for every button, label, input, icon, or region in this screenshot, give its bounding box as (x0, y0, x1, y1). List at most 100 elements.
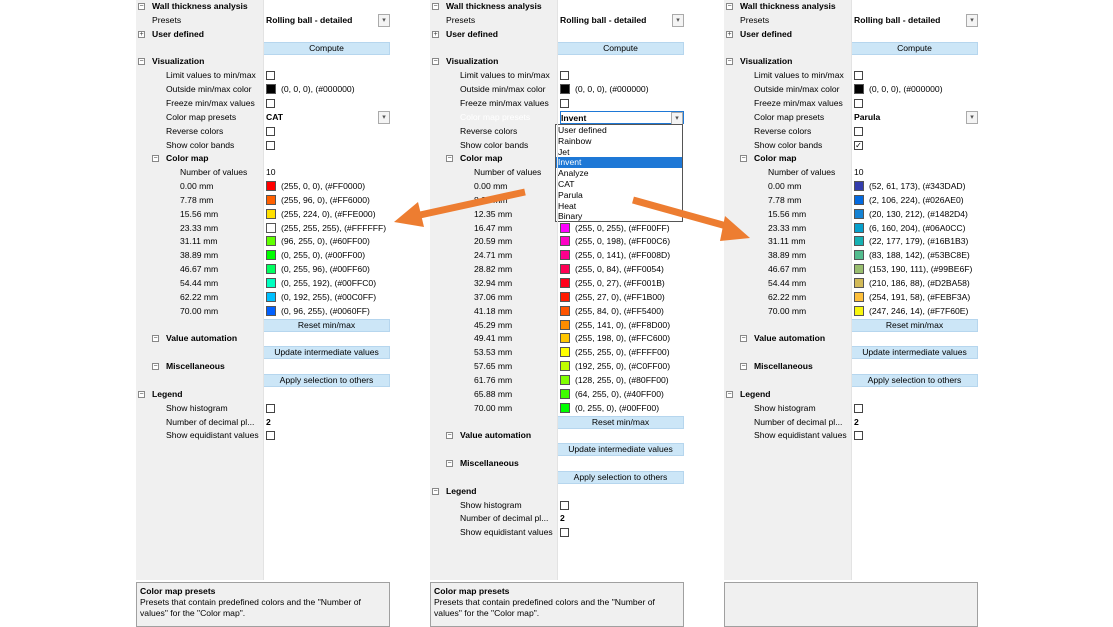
show-histogram-checkbox[interactable] (560, 500, 569, 510)
color-swatch[interactable] (266, 181, 276, 192)
show-color-bands-checkbox[interactable] (266, 140, 275, 150)
collapse-icon[interactable]: − (726, 3, 733, 10)
reset-minmax-button[interactable]: Reset min/max (557, 415, 684, 429)
collapse-icon[interactable]: − (432, 487, 439, 495)
color-map-presets-combo[interactable]: Invent ▾ (560, 110, 684, 125)
color-swatch[interactable] (854, 291, 864, 302)
color-swatch[interactable] (560, 374, 570, 385)
collapse-icon[interactable]: − (446, 460, 453, 468)
color-swatch[interactable] (560, 333, 570, 344)
decimal-places-value[interactable]: 2 (560, 512, 565, 525)
dropdown-option[interactable]: CAT (556, 179, 682, 190)
color-swatch[interactable] (266, 236, 276, 247)
color-swatch[interactable] (560, 319, 570, 330)
outside-color-swatch[interactable] (854, 84, 864, 95)
dropdown-option[interactable]: User defined (556, 125, 682, 136)
apply-selection-button[interactable]: Apply selection to others (557, 470, 684, 484)
color-swatch[interactable] (560, 361, 570, 372)
color-swatch[interactable] (560, 388, 570, 399)
dropdown-option[interactable]: Invent (556, 157, 682, 169)
color-swatch[interactable] (266, 250, 276, 261)
chevron-down-icon[interactable]: ▾ (966, 110, 978, 124)
color-swatch[interactable] (560, 222, 570, 233)
color-swatch[interactable] (560, 305, 570, 316)
dropdown-option[interactable]: Rainbow (556, 136, 682, 147)
decimal-places-value[interactable]: 2 (854, 416, 859, 429)
presets-combo[interactable]: Rolling ball - detailed ▾ (560, 13, 684, 27)
color-swatch[interactable] (854, 181, 864, 192)
color-swatch[interactable] (560, 264, 570, 275)
collapse-icon[interactable]: − (138, 58, 145, 66)
reverse-colors-checkbox[interactable] (266, 126, 275, 136)
number-of-values-value[interactable]: 10 (266, 166, 276, 179)
compute-button[interactable]: Compute (557, 41, 684, 55)
outside-color-swatch[interactable] (560, 84, 570, 95)
color-swatch[interactable] (560, 278, 570, 288)
color-swatch[interactable] (266, 222, 276, 233)
color-swatch[interactable] (854, 278, 864, 288)
update-intermediate-button[interactable]: Update intermediate values (263, 346, 390, 360)
show-equidistant-checkbox[interactable] (266, 431, 275, 441)
color-swatch[interactable] (854, 222, 864, 233)
collapse-icon[interactable]: − (740, 155, 747, 163)
show-color-bands-checkbox[interactable]: ✓ (854, 140, 863, 150)
color-swatch[interactable] (854, 250, 864, 261)
reverse-colors-checkbox[interactable] (854, 126, 863, 136)
chevron-down-icon[interactable]: ▾ (378, 110, 390, 124)
limit-values-checkbox[interactable] (560, 71, 569, 81)
chevron-down-icon[interactable]: ▾ (672, 13, 684, 27)
freeze-values-checkbox[interactable] (560, 98, 569, 108)
outside-color-swatch[interactable] (266, 84, 276, 95)
chevron-down-icon[interactable]: ▾ (671, 111, 683, 125)
color-map-presets-combo[interactable]: Parula ▾ (854, 110, 978, 124)
limit-values-checkbox[interactable] (266, 71, 275, 81)
apply-selection-button[interactable]: Apply selection to others (263, 373, 390, 387)
apply-selection-button[interactable]: Apply selection to others (851, 373, 978, 387)
color-swatch[interactable] (266, 208, 276, 219)
expand-icon[interactable]: + (726, 30, 733, 38)
collapse-icon[interactable]: − (152, 335, 159, 343)
show-histogram-checkbox[interactable] (854, 403, 863, 413)
show-equidistant-checkbox[interactable] (854, 431, 863, 441)
color-swatch[interactable] (854, 305, 864, 316)
color-swatch[interactable] (266, 264, 276, 275)
dropdown-option[interactable]: Analyze (556, 168, 682, 179)
color-map-presets-combo[interactable]: CAT ▾ (266, 110, 390, 124)
color-swatch[interactable] (854, 194, 864, 205)
show-histogram-checkbox[interactable] (266, 403, 275, 413)
presets-combo[interactable]: Rolling ball - detailed ▾ (266, 13, 390, 27)
compute-button[interactable]: Compute (851, 41, 978, 55)
collapse-icon[interactable]: − (152, 363, 159, 371)
update-intermediate-button[interactable]: Update intermediate values (851, 346, 978, 360)
color-swatch[interactable] (560, 402, 570, 413)
collapse-icon[interactable]: − (138, 3, 145, 10)
expand-icon[interactable]: + (138, 30, 145, 38)
collapse-icon[interactable]: − (726, 390, 733, 398)
expand-icon[interactable]: + (432, 30, 439, 38)
collapse-icon[interactable]: − (740, 363, 747, 371)
presets-combo[interactable]: Rolling ball - detailed ▾ (854, 13, 978, 27)
collapse-icon[interactable]: − (138, 390, 145, 398)
freeze-values-checkbox[interactable] (266, 98, 275, 108)
collapse-icon[interactable]: − (726, 58, 733, 66)
color-swatch[interactable] (266, 194, 276, 205)
update-intermediate-button[interactable]: Update intermediate values (557, 443, 684, 457)
freeze-values-checkbox[interactable] (854, 98, 863, 108)
number-of-values-value[interactable]: 10 (854, 166, 864, 179)
collapse-icon[interactable]: − (446, 432, 453, 440)
collapse-icon[interactable]: − (446, 155, 453, 163)
collapse-icon[interactable]: − (432, 3, 439, 10)
color-swatch[interactable] (266, 291, 276, 302)
reset-minmax-button[interactable]: Reset min/max (263, 318, 390, 332)
color-swatch[interactable] (266, 305, 276, 316)
limit-values-checkbox[interactable] (854, 71, 863, 81)
decimal-places-value[interactable]: 2 (266, 416, 271, 429)
collapse-icon[interactable]: − (740, 335, 747, 343)
show-equidistant-checkbox[interactable] (560, 528, 569, 538)
color-swatch[interactable] (854, 264, 864, 275)
color-swatch[interactable] (266, 278, 276, 288)
color-swatch[interactable] (854, 208, 864, 219)
chevron-down-icon[interactable]: ▾ (378, 13, 390, 27)
dropdown-option[interactable]: Jet (556, 147, 682, 158)
color-swatch[interactable] (560, 291, 570, 302)
